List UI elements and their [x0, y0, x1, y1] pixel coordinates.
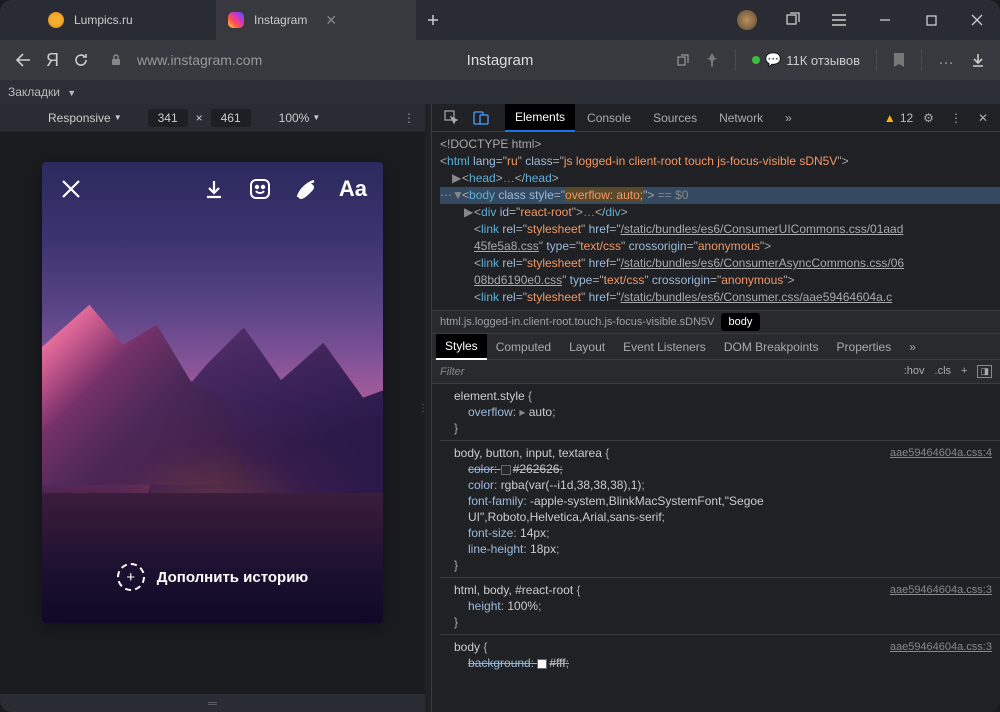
styles-tab-props[interactable]: Properties	[828, 335, 901, 359]
bookmarks-dropdown[interactable]: Закладки ▼	[8, 85, 76, 99]
device-width-input[interactable]: 341	[148, 109, 188, 127]
reviews-text: 11К отзывов	[786, 53, 860, 68]
reload-button[interactable]	[73, 52, 89, 68]
warning-count[interactable]: 12	[900, 111, 913, 125]
styles-filter-bar: Filter :hov .cls + ◨	[432, 360, 1000, 384]
zoom-dropdown[interactable]: 100% ▼	[279, 111, 321, 125]
filter-input[interactable]: Filter	[440, 366, 464, 378]
status-dot-icon	[752, 56, 760, 64]
tab-instagram[interactable]: Instagram ✕	[216, 0, 416, 40]
settings-icon[interactable]: ⚙	[917, 107, 940, 129]
tab-console[interactable]: Console	[577, 105, 641, 131]
lock-icon	[109, 53, 123, 67]
devtools-close-icon[interactable]: ✕	[972, 107, 994, 129]
devtools-pane: Elements Console Sources Network » ▲ 12 …	[431, 104, 1000, 712]
bookmarks-bar: Закладки ▼	[0, 80, 1000, 104]
device-menu-icon[interactable]: ⋮	[403, 111, 415, 125]
download-icon[interactable]	[970, 52, 986, 68]
back-button[interactable]	[14, 52, 32, 68]
page-title: Instagram	[467, 52, 534, 69]
cls-button[interactable]: .cls	[935, 365, 952, 378]
styles-tab-events[interactable]: Event Listeners	[614, 335, 715, 359]
story-draw-icon[interactable]	[293, 176, 319, 202]
tab-elements[interactable]: Elements	[505, 104, 575, 132]
styles-tabbar: Styles Computed Layout Event Listeners D…	[432, 334, 1000, 360]
crumb-path[interactable]: html.js.logged-in.client-root.touch.js-f…	[440, 316, 715, 328]
minimize-button[interactable]	[862, 0, 908, 40]
addressbar: Я www.instagram.com Instagram 💬 11К отзы…	[0, 40, 1000, 80]
styles-tab-layout[interactable]: Layout	[560, 335, 614, 359]
warning-icon[interactable]: ▲	[884, 111, 896, 125]
devtools-tabbar: Elements Console Sources Network » ▲ 12 …	[432, 104, 1000, 132]
styles-panel[interactable]: element.style { overflow: ▸ auto; } aae5…	[432, 384, 1000, 712]
add-story-label[interactable]: Дополнить историю	[157, 569, 309, 586]
bookmark-icon[interactable]	[893, 52, 905, 68]
menu-icon[interactable]	[816, 0, 862, 40]
tab-close-icon[interactable]: ✕	[325, 12, 337, 29]
hov-button[interactable]: :hov	[904, 365, 925, 378]
device-preview-pane: Responsive ▼ 341 × 461 100% ▼ ⋮	[0, 104, 425, 712]
url-host[interactable]: www.instagram.com	[137, 52, 262, 68]
device-mode-dropdown[interactable]: Responsive ▼	[48, 111, 122, 125]
tab-title: Lumpics.ru	[74, 13, 133, 27]
devtools-menu-icon[interactable]: ⋮	[944, 107, 968, 129]
story-download-icon[interactable]	[201, 176, 227, 202]
collections-icon[interactable]	[770, 0, 816, 40]
dom-breadcrumb[interactable]: html.js.logged-in.client-root.touch.js-f…	[432, 310, 1000, 334]
copy-icon[interactable]	[675, 52, 691, 68]
tab-favicon-lumpics	[48, 12, 64, 28]
reviews-badge[interactable]: 💬 11К отзывов	[752, 52, 860, 68]
styles-tab-dombp[interactable]: DOM Breakpoints	[715, 335, 828, 359]
titlebar: Lumpics.ru Instagram ✕	[0, 0, 1000, 40]
inspect-icon[interactable]	[438, 106, 465, 129]
resize-handle[interactable]: ═	[0, 694, 425, 712]
tab-title: Instagram	[254, 13, 307, 27]
story-close-icon[interactable]	[58, 176, 84, 202]
styles-tab-computed[interactable]: Computed	[487, 335, 560, 359]
new-rule-icon[interactable]: +	[961, 365, 967, 378]
new-tab-button[interactable]	[416, 0, 450, 40]
profile-avatar[interactable]	[724, 0, 770, 40]
story-sticker-icon[interactable]	[247, 176, 273, 202]
device-preview[interactable]: Aa + Дополнить историю	[42, 162, 383, 623]
yandex-icon[interactable]: Я	[46, 50, 59, 71]
device-toolbar: Responsive ▼ 341 × 461 100% ▼ ⋮	[0, 104, 425, 132]
maximize-button[interactable]	[908, 0, 954, 40]
tab-network[interactable]: Network	[709, 105, 773, 131]
sidebar-toggle-icon[interactable]: ◨	[977, 365, 992, 378]
close-button[interactable]	[954, 0, 1000, 40]
styles-tab-styles[interactable]: Styles	[436, 334, 487, 360]
device-toggle-icon[interactable]	[467, 107, 495, 129]
pin-icon[interactable]	[705, 52, 719, 68]
styles-tab-more-icon[interactable]: »	[900, 335, 925, 359]
story-text-icon[interactable]: Aa	[339, 176, 367, 202]
dom-tree[interactable]: <!DOCTYPE html> <html lang="ru" class="j…	[432, 132, 1000, 310]
add-story-icon[interactable]: +	[117, 563, 145, 591]
tab-sources[interactable]: Sources	[643, 105, 707, 131]
tab-favicon-instagram	[228, 12, 244, 28]
crumb-selected[interactable]: body	[721, 313, 761, 331]
times-label: ×	[196, 111, 203, 125]
tab-more-icon[interactable]: »	[775, 105, 802, 131]
device-height-input[interactable]: 461	[211, 109, 251, 127]
tab-lumpics[interactable]: Lumpics.ru	[36, 0, 216, 40]
more-icon[interactable]: …	[938, 51, 956, 69]
